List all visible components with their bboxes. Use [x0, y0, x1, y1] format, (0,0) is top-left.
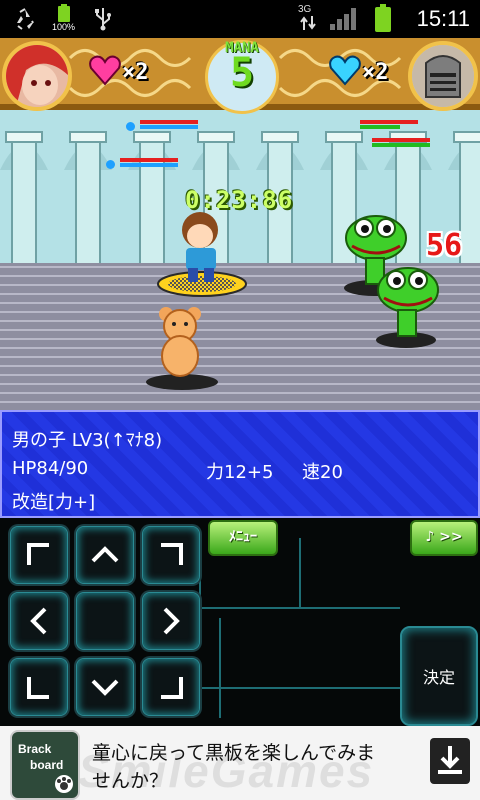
dpad-down-left-button[interactable] [10, 658, 68, 716]
data-arrows-icon [300, 16, 316, 30]
ad-banner[interactable]: SmileGames Brack board 童心に戻って黒板を楽しんでみま せ… [0, 726, 480, 800]
unit-hp: HP84/90 [12, 458, 89, 479]
dpad-up-right-button[interactable] [142, 526, 200, 584]
virtual-gamepad: ﾒﾆｭｰ ♪ >> 決定 [0, 518, 480, 726]
ad-app-icon[interactable]: Brack board [10, 730, 80, 800]
mana-value: 5 [229, 50, 255, 96]
battery-icon [375, 4, 391, 32]
clock: 15:11 [416, 6, 470, 31]
chevron-down-icon [91, 679, 119, 696]
paw-icon [55, 775, 73, 793]
music-skip-button[interactable]: ♪ >> [410, 520, 478, 556]
ally-hp-bar [106, 158, 182, 170]
damage-number: 56 [426, 228, 463, 263]
enemy-hp-bar [372, 138, 434, 150]
hud-frame: ×2 MANA 5 ×2 [0, 38, 480, 114]
dpad-left-button[interactable] [10, 592, 68, 650]
enemy-lives: ×2 [362, 60, 389, 85]
dpad-down-button[interactable] [76, 658, 134, 716]
ad-headline: せんか？ [92, 770, 169, 792]
unit-name-level: 男の子 LV3(↑ﾏﾅ8) [12, 430, 163, 451]
ally-hp-bar [126, 120, 202, 132]
enemy-portrait [408, 41, 478, 111]
game-screen[interactable]: ×2 MANA 5 ×2 0:23:86 56 [0, 38, 480, 410]
ad-headline: 童心に戻って黒板を楽しんでみま [92, 742, 376, 764]
chevron-up-icon [91, 546, 119, 563]
corner-down-right-icon [161, 677, 183, 699]
boy-character[interactable] [156, 208, 248, 298]
player-lives: ×2 [122, 60, 149, 85]
corner-down-left-icon [27, 677, 49, 699]
chevron-right-icon [163, 607, 180, 635]
enemy-hp-bar [360, 120, 422, 132]
status-bar: 100% 3G 15:11 [0, 0, 480, 38]
ad-logo-text: Brack [18, 742, 52, 756]
battery-percent: 100% [52, 22, 76, 32]
dpad-center-button[interactable] [76, 592, 134, 650]
unit-strength: 力12+5 [206, 462, 274, 483]
frog-enemy[interactable] [368, 260, 448, 350]
heart-icon [89, 55, 121, 86]
dpad-up-left-button[interactable] [10, 526, 68, 584]
network-type: 3G [298, 4, 312, 15]
unit-speed: 速20 [302, 462, 343, 483]
signal-icon [330, 8, 356, 30]
menu-button[interactable]: ﾒﾆｭｰ [208, 520, 278, 556]
dpad-right-button[interactable] [142, 592, 200, 650]
download-button[interactable] [430, 738, 470, 784]
unit-info-panel: 男の子 LV3(↑ﾏﾅ8) HP84/90 力12+5 速20 改造[力+] [0, 410, 480, 518]
player-portrait [2, 41, 72, 111]
heart-icon [329, 55, 361, 86]
confirm-button[interactable]: 決定 [400, 626, 478, 726]
download-icon [438, 746, 462, 774]
dpad-up-button[interactable] [76, 526, 134, 584]
ad-logo-text: board [30, 758, 64, 772]
dpad-down-right-button[interactable] [142, 658, 200, 716]
usb-icon [95, 8, 111, 31]
battery-small-icon [58, 4, 70, 22]
recycle-icon [17, 8, 34, 30]
corner-up-right-icon [161, 543, 183, 565]
teddy-bear-character[interactable] [142, 302, 222, 392]
chevron-left-icon [30, 607, 47, 635]
unit-modification: 改造[力+] [12, 492, 96, 513]
corner-up-left-icon [27, 543, 49, 565]
